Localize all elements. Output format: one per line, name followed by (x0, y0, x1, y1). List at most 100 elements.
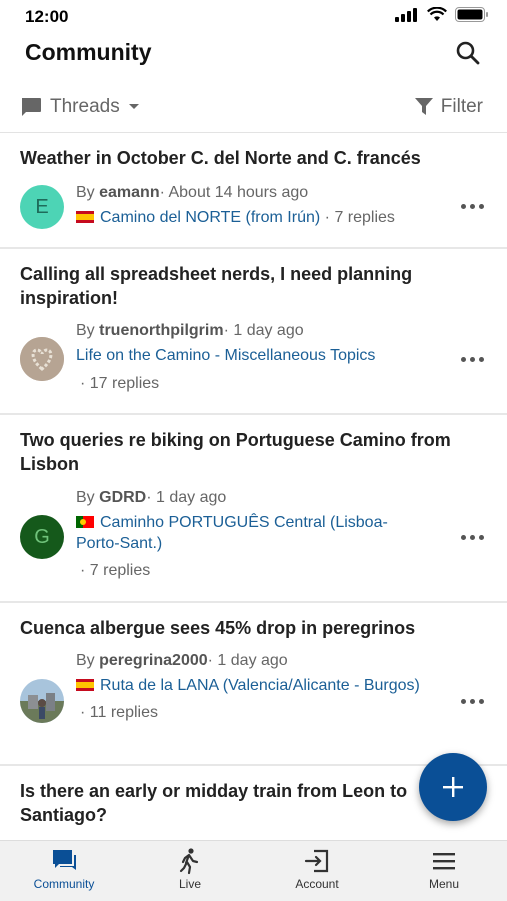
dot (470, 204, 475, 209)
thread-category-line: Caminho PORTUGUÊS Central (Lisboa-Porto-… (76, 512, 431, 554)
post-time: About 14 hours ago (168, 184, 309, 201)
thread-replies-line: · 11 replies (80, 704, 158, 721)
nav-menu[interactable]: Menu (394, 847, 494, 899)
list-toolbar: Threads Filter (0, 86, 507, 133)
thread-meta: By peregrina2000· 1 day ago Ruta de la L… (76, 650, 421, 723)
category-link[interactable]: Ruta de la LANA (Valencia/Alicante - Bur… (100, 677, 420, 694)
filter-button[interactable]: Filter (414, 96, 483, 118)
walking-person-icon (179, 848, 199, 875)
category-link[interactable]: Life on the Camino - Miscellaneous Topic… (76, 347, 375, 364)
reply-count: 11 replies (89, 704, 158, 721)
filter-label: Filter (440, 96, 483, 117)
threads-dropdown[interactable]: Threads (20, 96, 140, 118)
thread-title: Cuenca albergue sees 45% drop in peregri… (20, 618, 416, 638)
search-icon (456, 41, 480, 65)
category-link[interactable]: Camino del NORTE (from Irún) (100, 209, 320, 226)
more-options-button[interactable] (461, 201, 485, 211)
thread-author-line: By truenorthpilgrim· 1 day ago (76, 322, 304, 339)
chat-bubble-icon (53, 850, 76, 870)
more-options-button[interactable] (461, 532, 485, 542)
dot (470, 535, 475, 540)
dot (479, 699, 484, 704)
thread-meta: By GDRD· 1 day ago Caminho PORTUGUÊS Cen… (76, 487, 431, 581)
post-time: 1 day ago (233, 322, 304, 339)
thread-author-line: By peregrina2000· 1 day ago (76, 652, 288, 669)
thread-title: Two queries re biking on Portuguese Cami… (20, 430, 451, 474)
thread-row[interactable]: Weather in October C. del Norte and C. f… (0, 133, 507, 249)
bottom-nav: Community Live Account Menu (0, 840, 507, 901)
page-title: Community (25, 39, 152, 65)
avatar-photo (20, 337, 64, 381)
thread-row[interactable]: Two queries re biking on Portuguese Cami… (0, 415, 507, 603)
wifi-icon (427, 7, 447, 21)
thread-row[interactable]: Calling all spreadsheet nerds, I need pl… (0, 249, 507, 415)
signal-icon (395, 7, 417, 22)
spain-flag-icon (76, 211, 94, 223)
dot (479, 535, 484, 540)
status-icons (395, 7, 489, 22)
thread-title: Calling all spreadsheet nerds, I need pl… (20, 264, 413, 308)
dot (461, 357, 466, 362)
nav-label: Menu (428, 877, 460, 891)
thread-author-line: By GDRD· 1 day ago (76, 489, 227, 506)
nav-live[interactable]: Live (140, 847, 240, 899)
filter-icon (414, 98, 433, 115)
nav-community[interactable]: Community (14, 847, 114, 899)
thread-title: Weather in October C. del Norte and C. f… (20, 148, 421, 168)
thread-category-line: Ruta de la LANA (Valencia/Alicante - Bur… (76, 675, 421, 696)
author-name[interactable]: truenorthpilgrim (99, 322, 223, 339)
thread-author-line: By eamann· About 14 hours ago (76, 184, 309, 201)
author-name[interactable]: GDRD (99, 489, 146, 506)
nav-label: Live (178, 877, 201, 891)
avatar: G (20, 515, 64, 559)
thread-meta: By eamann· About 14 hours ago Camino del… (76, 182, 456, 228)
dot (479, 357, 484, 362)
status-time: 12:00 (25, 7, 69, 26)
status-bar: 12:00 (0, 0, 507, 34)
reply-count: 7 replies (334, 209, 395, 226)
post-time: 1 day ago (217, 652, 288, 669)
author-name[interactable]: eamann (99, 184, 159, 201)
more-options-button[interactable] (461, 354, 485, 364)
thread-category-line: Camino del NORTE (from Irún) · 7 replies (76, 207, 456, 228)
threads-label: Threads (50, 96, 120, 117)
thread-replies-line: · 7 replies (80, 562, 151, 579)
dot (461, 535, 466, 540)
category-link[interactable]: Caminho PORTUGUÊS Central (Lisboa-Porto-… (76, 514, 388, 552)
author-name[interactable]: peregrina2000 (99, 652, 208, 669)
dot (470, 357, 475, 362)
hamburger-icon (433, 853, 455, 870)
spain-flag-icon (76, 679, 94, 691)
more-options-button[interactable] (461, 696, 485, 706)
plus-icon (443, 777, 463, 797)
portugal-flag-icon (76, 516, 94, 528)
dot (461, 699, 466, 704)
dot (470, 699, 475, 704)
thread-category-line: Life on the Camino - Miscellaneous Topic… (76, 345, 436, 366)
avatar-photo (20, 679, 64, 723)
caret-down-icon (128, 104, 139, 109)
reply-count: 7 replies (89, 562, 151, 579)
new-thread-button[interactable] (419, 753, 487, 821)
reply-count: 17 replies (89, 375, 160, 392)
dot (461, 204, 466, 209)
battery-icon (455, 7, 488, 22)
avatar: E (20, 185, 64, 229)
avatar (20, 679, 64, 723)
dot (479, 204, 484, 209)
avatar-letter: G (34, 525, 50, 548)
post-time: 1 day ago (156, 489, 227, 506)
nav-label: Community (33, 877, 95, 891)
thread-meta: By truenorthpilgrim· 1 day ago Life on t… (76, 320, 436, 394)
avatar (20, 337, 64, 381)
avatar-letter: E (35, 195, 49, 218)
nav-account[interactable]: Account (267, 847, 367, 899)
search-button[interactable] (455, 40, 481, 66)
login-icon (304, 849, 329, 873)
thread-title: Is there an early or midday train from L… (20, 781, 408, 825)
app-header: Community (0, 34, 507, 76)
thread-replies-line: · 17 replies (80, 375, 160, 392)
thread-row[interactable]: Cuenca albergue sees 45% drop in peregri… (0, 603, 507, 766)
comment-icon (22, 98, 41, 116)
nav-label: Account (295, 877, 339, 891)
